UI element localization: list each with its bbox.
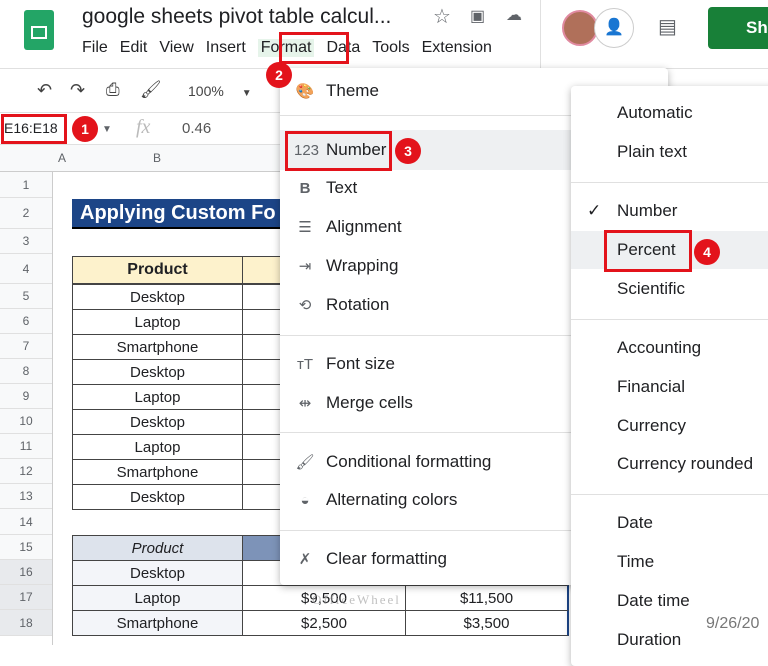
row-header-5[interactable]: 5 xyxy=(0,284,52,309)
number-format-time[interactable]: Time xyxy=(571,543,768,581)
half-circle-icon: ◒ xyxy=(300,491,310,509)
row-header-9[interactable]: 9 xyxy=(0,384,52,409)
menu-divider xyxy=(571,182,768,183)
menu-divider xyxy=(571,494,768,495)
align-icon: ☰ xyxy=(298,219,312,236)
formula-input[interactable]: 0.46 xyxy=(182,120,211,137)
number-format-accounting[interactable]: Accounting xyxy=(571,329,768,367)
menu-divider xyxy=(571,319,768,320)
table1-cell[interactable]: Laptop xyxy=(72,309,243,335)
row-header-16[interactable]: 16 xyxy=(0,560,52,585)
row-header-10[interactable]: 10 xyxy=(0,409,52,434)
row-header-6[interactable]: 6 xyxy=(0,309,52,334)
collaborator-icon[interactable]: 👤 xyxy=(594,8,634,48)
table2-value-c[interactable]: $2,500 xyxy=(242,610,406,636)
number-format-number[interactable]: ✓ Number xyxy=(571,192,768,230)
row-header-1[interactable]: 1 xyxy=(0,172,52,198)
redo-icon[interactable]: ↷ xyxy=(70,80,85,101)
row-header-12[interactable]: 12 xyxy=(0,459,52,484)
row-header-7[interactable]: 7 xyxy=(0,334,52,359)
number-format-plain-text[interactable]: Plain text xyxy=(571,133,768,171)
cloud-status-icon[interactable]: ☁ xyxy=(506,5,522,25)
menu-view[interactable]: View xyxy=(159,39,193,57)
table1-cell[interactable]: Desktop xyxy=(72,359,243,385)
zoom-select[interactable]: 100% ▼ xyxy=(188,83,252,99)
sheets-logo[interactable] xyxy=(24,10,54,50)
print-icon[interactable]: ⎙ xyxy=(106,80,120,100)
row-header-14[interactable]: 14 xyxy=(0,509,52,535)
font-size-icon: тT xyxy=(296,355,314,373)
row-header-11[interactable]: 11 xyxy=(0,434,52,459)
column-header-a[interactable]: A xyxy=(52,151,72,165)
clear-format-icon: ✗ xyxy=(298,551,312,568)
number-format-submenu: Automatic Plain text ✓ Number Percent Scienti… xyxy=(571,86,768,666)
highlight-percent-item xyxy=(604,230,692,272)
step-badge-2: 2 xyxy=(266,62,292,88)
row-header-8[interactable]: 8 xyxy=(0,359,52,384)
bold-icon: B xyxy=(299,179,311,197)
rotation-icon: ⟲ xyxy=(298,297,312,314)
table1-cell[interactable]: Desktop xyxy=(72,409,243,435)
step-badge-1: 1 xyxy=(72,116,98,142)
date-format-preview: 9/26/20 xyxy=(706,615,760,632)
menu-file[interactable]: File xyxy=(82,39,108,57)
checkmark-icon: ✓ xyxy=(587,201,602,220)
table2-cell[interactable]: Desktop xyxy=(72,560,243,586)
star-icon[interactable]: ☆ xyxy=(433,4,451,29)
highlight-format-menu xyxy=(279,32,349,64)
step-badge-4: 4 xyxy=(694,239,720,265)
paint-roller-icon: 🖌 xyxy=(295,454,315,471)
name-box-dropdown-icon[interactable]: ▼ xyxy=(102,124,112,135)
doc-title[interactable]: google sheets pivot table calcul... xyxy=(82,5,391,29)
row-header-18[interactable]: 18 xyxy=(0,610,52,636)
table2-cell[interactable]: Laptop xyxy=(72,585,243,611)
undo-icon[interactable]: ↶ xyxy=(37,80,52,101)
table1-cell[interactable]: Smartphone xyxy=(72,334,243,360)
table1-cell[interactable]: Smartphone xyxy=(72,459,243,485)
menu-extensions[interactable]: Extensions xyxy=(422,39,492,57)
number-format-date[interactable]: Date xyxy=(571,504,768,542)
table1-cell[interactable]: Laptop xyxy=(72,434,243,460)
paint-format-icon[interactable]: 🖌 xyxy=(140,80,162,100)
highlight-number-item xyxy=(285,131,392,171)
row-header-4[interactable]: 4 xyxy=(0,254,52,284)
table2-value-d[interactable]: $3,500 xyxy=(405,610,569,636)
row-header-13[interactable]: 13 xyxy=(0,484,52,509)
menu-edit[interactable]: Edit xyxy=(120,39,148,57)
table1-cell[interactable]: Laptop xyxy=(72,384,243,410)
row-header-17[interactable]: 17 xyxy=(0,585,52,610)
number-format-financial[interactable]: Financial xyxy=(571,368,768,406)
watermark-logo: OfficeWheel xyxy=(312,592,401,607)
palette-icon: 🎨 xyxy=(295,83,315,100)
table1-cell[interactable]: Desktop xyxy=(72,284,243,310)
column-header-b[interactable]: B xyxy=(72,151,242,165)
avatar[interactable] xyxy=(562,10,598,46)
table2-value-d[interactable]: $11,500 xyxy=(405,585,569,611)
row-header-2[interactable]: 2 xyxy=(0,198,52,229)
number-format-currency-rounded[interactable]: Currency rounded xyxy=(571,445,768,483)
table2-header[interactable]: Product xyxy=(72,535,243,561)
menu-tools[interactable]: Tools xyxy=(372,39,409,57)
table1-cell[interactable]: Desktop xyxy=(72,484,243,510)
highlight-name-box xyxy=(1,114,67,144)
number-format-scientific[interactable]: Scientific xyxy=(571,270,768,308)
move-folder-icon[interactable]: ▣ xyxy=(470,6,485,26)
number-format-currency[interactable]: Currency xyxy=(571,407,768,445)
menu-insert[interactable]: Insert xyxy=(206,39,246,57)
row-header-15[interactable]: 15 xyxy=(0,535,52,560)
fx-icon: fx xyxy=(136,116,151,138)
number-format-automatic[interactable]: Automatic xyxy=(571,94,768,132)
merge-icon: ⇹ xyxy=(298,395,312,412)
sheet-title-banner[interactable]: Applying Custom Fo xyxy=(72,199,292,229)
step-badge-3: 3 xyxy=(395,138,421,164)
share-button[interactable]: Sh xyxy=(708,7,768,49)
wrap-icon: ⇥ xyxy=(298,258,312,275)
row-header-3[interactable]: 3 xyxy=(0,229,52,254)
table2-cell[interactable]: Smartphone xyxy=(72,610,243,636)
comments-icon[interactable]: ▤ xyxy=(658,14,677,39)
table1-header[interactable]: Product xyxy=(72,256,243,284)
